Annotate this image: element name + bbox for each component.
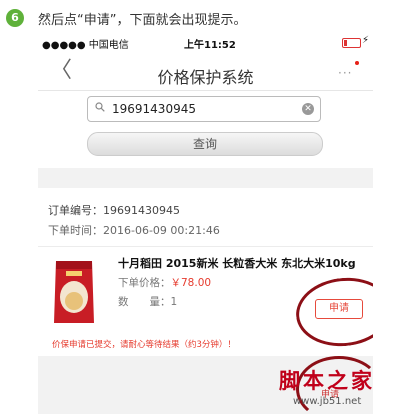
rice-bag-image xyxy=(54,261,94,323)
search-value: 19691430945 xyxy=(112,102,196,116)
divider xyxy=(38,246,373,247)
order-quantity: 数 量：1 xyxy=(118,296,178,308)
more-dots-icon[interactable]: ··· xyxy=(338,66,352,80)
query-button[interactable]: 查询 xyxy=(87,132,323,156)
annotation-circle xyxy=(292,273,373,351)
charging-bolt-icon: ⚡ xyxy=(362,35,370,46)
status-bar: ●●●●● 中国电信 上午11:52 ⚡ xyxy=(38,30,373,52)
section-divider xyxy=(38,168,373,188)
battery-low-icon xyxy=(342,38,361,48)
phone-screenshot: ●●●●● 中国电信 上午11:52 ⚡ 〈 价格保护系统 ··· 196914… xyxy=(38,30,373,414)
price-value: ￥78.00 xyxy=(170,277,212,289)
submission-notice: 价保申请已提交，请耐心等待结果（约3分钟）！ xyxy=(52,340,236,350)
step-instruction: 然后点“申请”，下面就会出现提示。 xyxy=(38,13,247,28)
site-watermark: 脚本之家 www.jb51.net xyxy=(279,365,407,414)
search-icon xyxy=(95,102,105,112)
clear-icon[interactable]: ✕ xyxy=(302,103,314,115)
product-name: 十月稻田 2015新米 长粒香大米 东北大米10kg xyxy=(118,257,356,270)
search-input[interactable]: 19691430945 ✕ xyxy=(87,96,321,122)
order-time: 下单时间：2016-06-09 00:21:46 xyxy=(48,224,220,237)
status-time: 上午11:52 xyxy=(184,40,236,51)
carrier-label: ●●●●● 中国电信 xyxy=(42,40,129,51)
step-number-badge: 6 xyxy=(6,9,24,27)
order-price: 下单价格：￥78.00 xyxy=(118,277,212,289)
page-title: 价格保护系统 xyxy=(157,68,254,87)
nav-bar: 〈 价格保护系统 ··· xyxy=(38,52,373,92)
watermark-brand: 脚本之家 xyxy=(279,369,375,393)
watermark-url: www.jb51.net xyxy=(293,396,362,407)
notification-dot xyxy=(355,61,359,65)
nav-divider xyxy=(38,90,373,91)
order-number: 订单编号：19691430945 xyxy=(48,204,180,217)
step-header: 6 然后点“申请”，下面就会出现提示。 xyxy=(0,0,407,30)
